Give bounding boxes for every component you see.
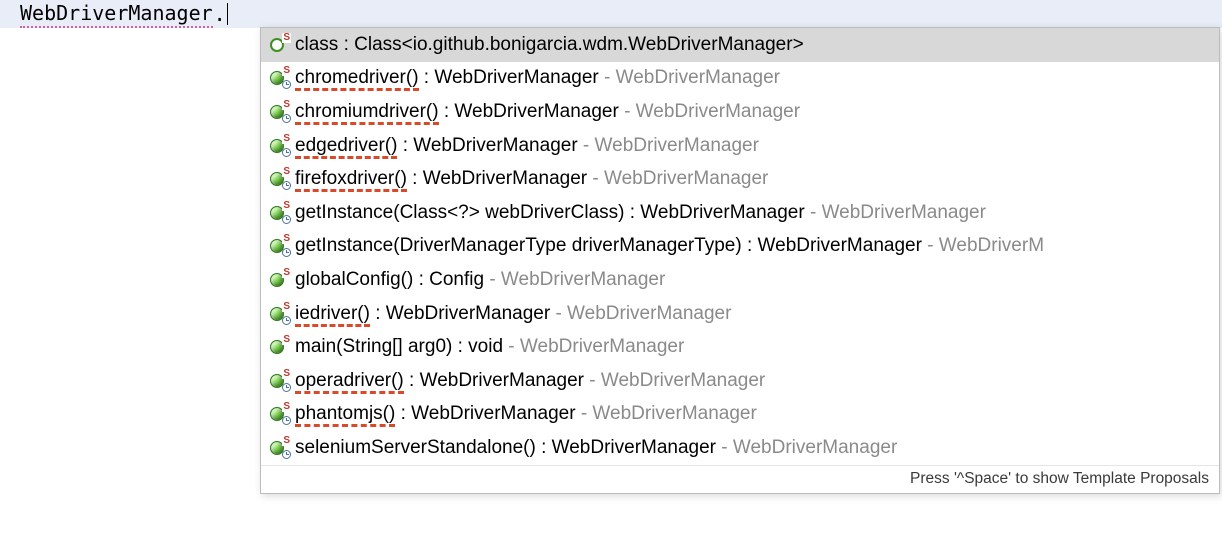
static-badge-icon: S	[282, 66, 291, 76]
autocomplete-item-method-name: firefoxdriver()	[295, 168, 407, 189]
static-badge-icon: S	[282, 234, 291, 244]
autocomplete-item-declaring-class: - WebDriverManager	[550, 303, 731, 324]
autocomplete-item-label: firefoxdriver() : WebDriverManager - Web…	[295, 168, 768, 190]
autocomplete-item-method-name: phantomjs()	[295, 403, 395, 424]
autocomplete-footer: Press '^Space' to show Template Proposal…	[261, 465, 1219, 493]
static-badge-icon: S	[282, 302, 291, 312]
static-badge-icon: S	[282, 100, 291, 110]
method-icon: S	[269, 439, 289, 457]
autocomplete-item[interactable]: Schromiumdriver() : WebDriverManager - W…	[261, 95, 1219, 129]
autocomplete-item-label: chromedriver() : WebDriverManager - WebD…	[295, 67, 780, 89]
method-icon: S	[269, 36, 289, 54]
autocomplete-item-label: edgedriver() : WebDriverManager - WebDri…	[295, 135, 759, 157]
autocomplete-item-declaring-class: - WebDriverManager	[484, 269, 665, 290]
autocomplete-item[interactable]: Sclass : Class<io.github.bonigarcia.wdm.…	[261, 28, 1219, 62]
autocomplete-item-declaring-class: - WebDriverManager	[587, 168, 768, 189]
method-icon: S	[269, 405, 289, 423]
clock-badge-icon	[282, 316, 291, 325]
method-icon: S	[269, 69, 289, 87]
autocomplete-item[interactable]: SgetInstance(DriverManagerType driverMan…	[261, 230, 1219, 264]
autocomplete-item-method-name: edgedriver()	[295, 135, 397, 156]
autocomplete-item-method-name: iedriver()	[295, 303, 370, 324]
static-badge-icon: S	[282, 134, 291, 144]
autocomplete-item[interactable]: Schromedriver() : WebDriverManager - Web…	[261, 62, 1219, 96]
typed-classname: WebDriverManager	[20, 1, 213, 28]
method-icon: S	[269, 237, 289, 255]
autocomplete-item-label: getInstance(DriverManagerType driverMana…	[295, 235, 1044, 257]
autocomplete-item-label: chromiumdriver() : WebDriverManager - We…	[295, 101, 800, 123]
autocomplete-item[interactable]: Siedriver() : WebDriverManager - WebDriv…	[261, 297, 1219, 331]
autocomplete-item-label: operadriver() : WebDriverManager - WebDr…	[295, 370, 765, 392]
autocomplete-item[interactable]: Sfirefoxdriver() : WebDriverManager - We…	[261, 162, 1219, 196]
autocomplete-item-declaring-class: - WebDriverManager	[576, 403, 757, 424]
autocomplete-item-method-name: chromedriver()	[295, 67, 419, 88]
method-icon: S	[269, 204, 289, 222]
autocomplete-item-label: class : Class<io.github.bonigarcia.wdm.W…	[295, 34, 804, 56]
method-icon: S	[269, 372, 289, 390]
method-icon: S	[269, 137, 289, 155]
autocomplete-item-declaring-class: - WebDriverManager	[578, 135, 759, 156]
typed-dot: .	[214, 2, 226, 26]
method-icon: S	[269, 338, 289, 356]
autocomplete-item[interactable]: Sphantomjs() : WebDriverManager - WebDri…	[261, 398, 1219, 432]
clock-badge-icon	[282, 215, 291, 224]
autocomplete-list: Sclass : Class<io.github.bonigarcia.wdm.…	[261, 28, 1219, 465]
autocomplete-item-label: seleniumServerStandalone() : WebDriverMa…	[295, 437, 897, 459]
clock-badge-icon	[282, 181, 291, 190]
method-icon: S	[269, 103, 289, 121]
clock-badge-icon	[282, 80, 291, 89]
clock-badge-icon	[282, 416, 291, 425]
autocomplete-item[interactable]: Smain(String[] arg0) : void - WebDriverM…	[261, 330, 1219, 364]
autocomplete-item-declaring-class: - WebDriverManager	[599, 67, 780, 88]
clock-badge-icon	[282, 114, 291, 123]
autocomplete-item-declaring-class: - WebDriverManager	[584, 370, 765, 391]
static-badge-icon: S	[282, 402, 291, 412]
static-badge-icon: S	[282, 201, 291, 211]
autocomplete-item[interactable]: Soperadriver() : WebDriverManager - WebD…	[261, 364, 1219, 398]
autocomplete-item-label: phantomjs() : WebDriverManager - WebDriv…	[295, 403, 757, 425]
autocomplete-item-label: main(String[] arg0) : void - WebDriverMa…	[295, 336, 684, 358]
method-icon: S	[269, 170, 289, 188]
autocomplete-item[interactable]: SseleniumServerStandalone() : WebDriverM…	[261, 431, 1219, 465]
editor-current-line[interactable]: WebDriverManager.	[0, 0, 1222, 28]
clock-badge-icon	[282, 248, 291, 257]
autocomplete-item-label: iedriver() : WebDriverManager - WebDrive…	[295, 303, 731, 325]
autocomplete-item-declaring-class: - WebDriverManager	[619, 101, 800, 122]
autocomplete-popup[interactable]: Sclass : Class<io.github.bonigarcia.wdm.…	[260, 27, 1220, 494]
autocomplete-item-method-name: operadriver()	[295, 370, 404, 391]
method-icon: S	[269, 305, 289, 323]
autocomplete-item-declaring-class: - WebDriverManager	[805, 202, 986, 223]
static-badge-icon: S	[282, 33, 291, 43]
clock-badge-icon	[282, 383, 291, 392]
autocomplete-item-declaring-class: - WebDriverManager	[716, 437, 897, 458]
clock-badge-icon	[282, 148, 291, 157]
clock-badge-icon	[282, 450, 291, 459]
static-badge-icon: S	[282, 268, 291, 278]
autocomplete-item-label: getInstance(Class<?> webDriverClass) : W…	[295, 202, 986, 224]
text-cursor	[227, 3, 229, 25]
autocomplete-item[interactable]: Sedgedriver() : WebDriverManager - WebDr…	[261, 129, 1219, 163]
static-badge-icon: S	[282, 335, 291, 345]
autocomplete-item-declaring-class: - WebDriverM	[922, 235, 1044, 256]
static-badge-icon: S	[282, 436, 291, 446]
static-badge-icon: S	[282, 167, 291, 177]
method-icon: S	[269, 271, 289, 289]
autocomplete-item[interactable]: SglobalConfig() : Config - WebDriverMana…	[261, 263, 1219, 297]
autocomplete-item-label: globalConfig() : Config - WebDriverManag…	[295, 269, 665, 291]
autocomplete-item-method-name: chromiumdriver()	[295, 101, 439, 122]
autocomplete-item[interactable]: SgetInstance(Class<?> webDriverClass) : …	[261, 196, 1219, 230]
autocomplete-item-declaring-class: - WebDriverManager	[503, 336, 684, 357]
static-badge-icon: S	[282, 369, 291, 379]
